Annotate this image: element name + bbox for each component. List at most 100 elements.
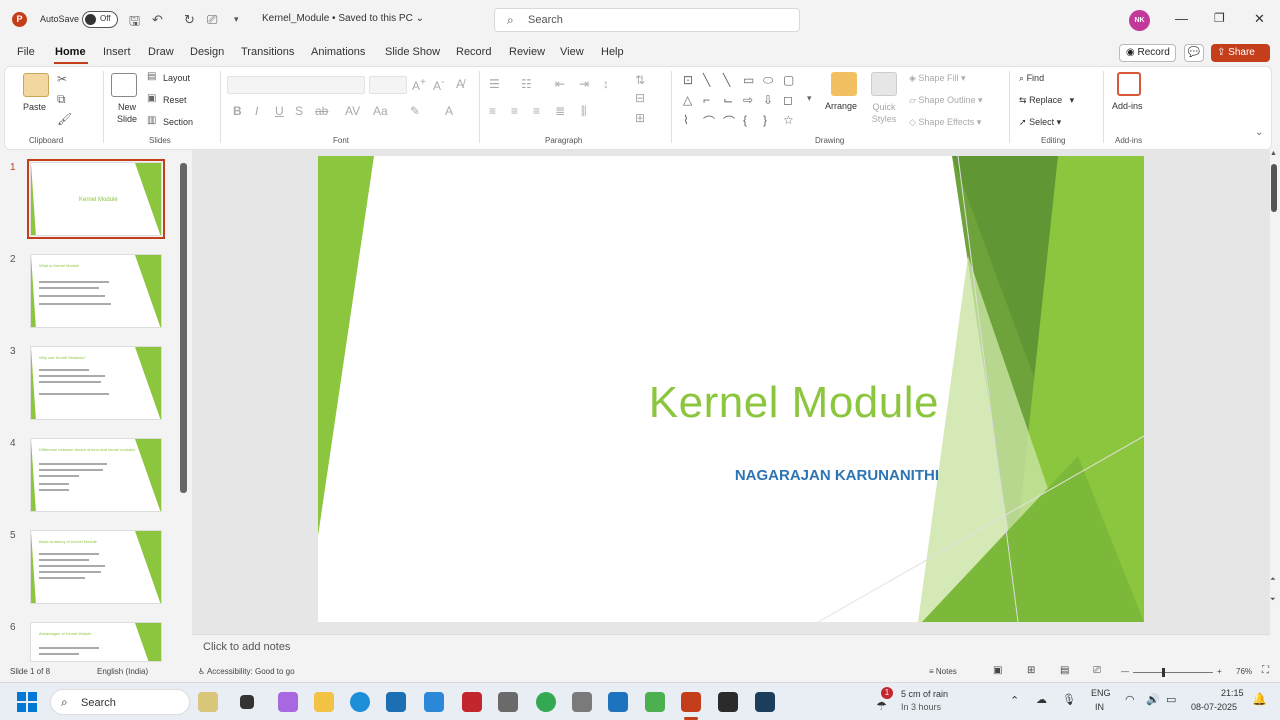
present-icon[interactable]: ⎚ [207,12,217,28]
powerpoint-taskbar-icon[interactable] [681,692,701,712]
redo-icon[interactable]: ↻ [184,12,195,28]
zoom-slider[interactable] [1133,672,1213,673]
slide-thumbnail-6[interactable]: Advantages of Kernel Module [30,622,162,662]
strikethrough-icon[interactable]: ab [315,104,328,118]
shape-fill-button[interactable]: ◈ Shape Fill ▾ [909,73,965,84]
file-explorer-icon[interactable] [314,692,334,712]
format-painter-icon[interactable]: 🖌 [57,112,72,126]
numbering-icon[interactable]: ☷ [521,77,532,91]
shapes-gallery[interactable]: ⊡ ╲ ╲ ▭ ⬭ ▢ △ ⌐ ⌙ ⇨ ⇩ ◻ ⌇ ⌒ ⌒ { } ☆ ▾ [679,71,819,133]
arrow-line-shape-icon[interactable]: ╲ [723,73,730,87]
shadow-icon[interactable]: S [295,104,303,118]
language-status[interactable]: English (India) [97,667,148,676]
shape-outline-button[interactable]: ▱ Shape Outline ▾ [909,95,983,106]
bold-icon[interactable]: B [233,104,242,118]
align-text-icon[interactable]: ⊟ [635,91,645,105]
notes-pane[interactable]: Click to add notes [192,634,1270,660]
align-left-icon[interactable]: ≡ [489,104,496,118]
tab-transitions[interactable]: Transitions [241,46,294,58]
tab-help[interactable]: Help [601,46,624,58]
slide-thumbnail-3[interactable]: Why use Kernel Modules? [30,346,162,420]
align-center-icon[interactable]: ≡ [511,104,518,118]
arc-shape-icon[interactable]: ⌒ [723,113,735,130]
smartart-icon[interactable]: ⊞ [635,111,645,125]
quick-styles-label[interactable]: Quick Styles [867,101,901,125]
slide-thumbnail-4[interactable]: Difference between device drivers and ke… [30,438,162,512]
reset-icon[interactable]: ▣ [147,93,156,104]
layout-icon[interactable]: ▤ [147,71,156,82]
app-icon[interactable] [498,692,518,712]
tab-view[interactable]: View [560,46,584,58]
minimize-icon[interactable]: — [1175,11,1188,26]
windows-start-icon[interactable] [17,692,37,712]
notification-bell-icon[interactable]: 🔔 [1252,692,1267,706]
share-button[interactable]: ⇪ Share [1211,44,1270,62]
zoom-in-icon[interactable]: + [1217,667,1222,676]
cloud-icon[interactable]: ☁ [1036,693,1047,706]
avatar[interactable]: NK [1129,10,1150,31]
arrange-button-label[interactable]: Arrange [825,101,857,111]
chevron-up-icon[interactable]: ⌃ [1010,694,1019,707]
terminal-icon[interactable] [718,692,738,712]
battery-icon[interactable]: ▭ [1166,693,1176,706]
new-slide-button-label[interactable]: New Slide [111,101,143,125]
next-slide-icon[interactable]: ⏷ [1270,596,1276,604]
section-icon[interactable]: ▥ [147,115,156,126]
tab-animations[interactable]: Animations [311,46,365,58]
prev-slide-icon[interactable]: ⏶ [1270,576,1276,584]
down-arrow-shape-icon[interactable]: ⇩ [763,93,773,107]
select-button[interactable]: ➚ Select ▾ [1019,117,1061,128]
tab-insert[interactable]: Insert [103,46,131,58]
replace-button[interactable]: ⇆ Replace ▾ [1019,95,1074,106]
right-arrow-shape-icon[interactable]: ⇨ [743,93,753,107]
underline-icon[interactable]: U [275,104,284,118]
close-icon[interactable]: ✕ [1254,11,1265,27]
edge-browser-icon[interactable] [350,692,370,712]
curve-shape-icon[interactable]: ⌒ [703,113,715,130]
textbox-shape-icon[interactable]: ⊡ [683,73,693,87]
rounded-rect-shape-icon[interactable]: ▢ [783,73,794,87]
justify-icon[interactable]: ≣ [555,104,565,118]
oval-shape-icon[interactable]: ⬭ [763,73,773,88]
slide-thumbnail-2[interactable]: What is Kernel Module [30,254,162,328]
microphone-icon[interactable]: 🎙 [1062,693,1076,706]
normal-view-icon[interactable]: ▣ [993,665,1002,676]
slide-title[interactable]: Kernel Module [649,378,939,428]
weather-line-1[interactable]: 5 cm of rain [901,689,948,699]
clock-date[interactable]: 08-07-2025 [1191,702,1237,712]
app-icon[interactable] [645,692,665,712]
font-family-select[interactable] [227,76,365,94]
section-button[interactable]: Section [163,117,193,127]
zoom-out-icon[interactable]: — [1121,667,1129,676]
current-slide[interactable]: Kernel Module NAGARAJAN KARUNANITHI [318,156,1144,622]
find-button[interactable]: ⌕ Find [1019,73,1044,84]
store-icon[interactable] [386,692,406,712]
callout-shape-icon[interactable]: ◻ [783,93,793,107]
comments-button[interactable]: 💬 [1184,44,1204,62]
tab-home[interactable]: Home [55,46,86,58]
decrease-font-icon[interactable]: A- [433,77,444,93]
scroll-up-icon[interactable]: ▲ [1270,150,1277,157]
rectangle-shape-icon[interactable]: ▭ [743,73,754,87]
app-icon[interactable] [572,692,592,712]
chrome-icon[interactable] [536,692,556,712]
save-icon[interactable]: 🖫 [129,12,140,34]
customize-qat-icon[interactable]: ▾ [234,14,239,25]
cut-icon[interactable]: ✂ [57,72,67,86]
tab-draw[interactable]: Draw [148,46,174,58]
freeform-shape-icon[interactable]: ⌇ [683,113,689,127]
align-right-icon[interactable]: ≡ [533,104,540,118]
collapse-ribbon-icon[interactable]: ⌄ [1255,127,1263,138]
search-box[interactable]: ⌕ Search [494,8,800,32]
tab-file[interactable]: File [17,46,35,58]
scroll-thumb[interactable] [1271,164,1277,212]
maximize-icon[interactable]: ❐ [1214,11,1225,25]
font-color-icon[interactable]: A [445,104,453,118]
weather-icon[interactable]: ☂ [876,699,887,713]
app-icon[interactable] [608,692,628,712]
change-case-icon[interactable]: Aa [373,104,388,118]
copilot-icon[interactable] [278,692,298,712]
paste-icon[interactable] [23,73,49,97]
notes-toggle[interactable]: ≡ Notes [929,667,957,676]
line-spacing-icon[interactable]: ↕ [603,77,609,91]
